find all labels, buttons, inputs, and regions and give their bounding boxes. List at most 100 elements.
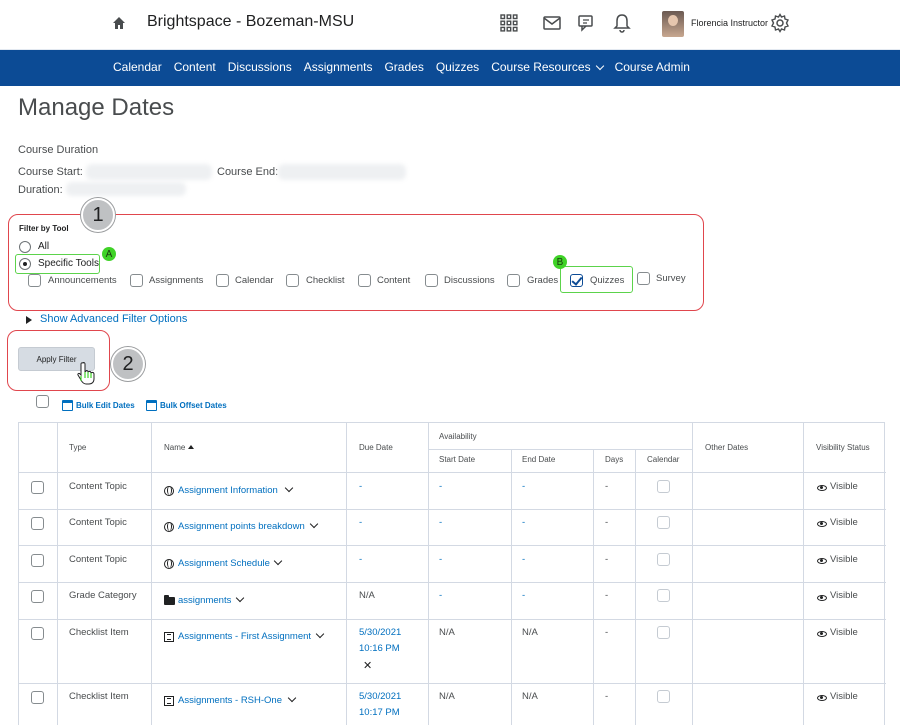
row-checkbox[interactable] bbox=[31, 627, 44, 640]
row-calendar-checkbox[interactable] bbox=[657, 690, 670, 703]
row-due-date[interactable]: - bbox=[359, 554, 362, 565]
chevron-down-icon[interactable] bbox=[315, 629, 325, 639]
row-end-date[interactable]: - bbox=[522, 517, 525, 528]
row-name-link[interactable]: Assignments - First Assignment bbox=[178, 631, 311, 642]
row-name-link[interactable]: Assignments - RSH-One bbox=[178, 695, 282, 706]
nav-grades[interactable]: Grades bbox=[384, 60, 423, 74]
row-visibility[interactable]: Visible bbox=[830, 627, 858, 638]
row-type: Grade Category bbox=[69, 590, 137, 601]
row-start-date[interactable]: - bbox=[439, 554, 442, 565]
tool-checkbox-grades[interactable] bbox=[507, 274, 520, 287]
row-visibility[interactable]: Visible bbox=[830, 691, 858, 702]
filter-highlight-box bbox=[8, 214, 704, 311]
course-navbar: Calendar Content Discussions Assignments… bbox=[0, 50, 900, 86]
callout-a: A bbox=[102, 247, 116, 261]
show-advanced-filter-link[interactable]: Show Advanced Filter Options bbox=[40, 313, 187, 325]
row-checkbox[interactable] bbox=[31, 554, 44, 567]
row-name-link[interactable]: Assignment Schedule bbox=[178, 558, 270, 569]
nav-discussions[interactable]: Discussions bbox=[228, 60, 292, 74]
folder-icon bbox=[164, 595, 175, 605]
bulk-edit-dates-button[interactable]: Bulk Edit Dates bbox=[62, 400, 135, 411]
globe-icon bbox=[164, 486, 174, 496]
row-due-date[interactable]: 5/30/2021 bbox=[359, 691, 401, 702]
row-start-date[interactable]: - bbox=[439, 517, 442, 528]
row-due-time[interactable]: 10:17 PM bbox=[359, 707, 400, 718]
tool-checkbox-discussions[interactable] bbox=[425, 274, 438, 287]
redacted-end-value bbox=[278, 164, 406, 180]
bell-icon[interactable] bbox=[612, 13, 632, 33]
tool-checkbox-checklist[interactable] bbox=[286, 274, 299, 287]
avatar[interactable] bbox=[662, 11, 684, 37]
row-checkbox[interactable] bbox=[31, 691, 44, 704]
row-name-link[interactable]: Assignment points breakdown bbox=[178, 521, 305, 532]
row-calendar-checkbox[interactable] bbox=[657, 589, 670, 602]
chevron-down-icon[interactable] bbox=[284, 483, 294, 493]
row-days: - bbox=[605, 554, 609, 565]
row-checkbox[interactable] bbox=[31, 517, 44, 530]
tool-checkbox-calendar[interactable] bbox=[216, 274, 229, 287]
list-icon bbox=[164, 696, 174, 706]
row-calendar-checkbox[interactable] bbox=[657, 626, 670, 639]
nav-content[interactable]: Content bbox=[174, 60, 216, 74]
header-start-date: Start Date bbox=[439, 455, 476, 464]
tool-checkbox-quizzes[interactable] bbox=[570, 274, 583, 287]
filter-by-tool-label: Filter by Tool bbox=[19, 224, 69, 233]
home-icon[interactable] bbox=[112, 16, 126, 30]
header-visibility: Visibility Status bbox=[816, 443, 870, 452]
chevron-down-icon[interactable] bbox=[235, 593, 245, 603]
tool-checkbox-survey[interactable] bbox=[637, 272, 650, 285]
row-due-date[interactable]: 5/30/2021 bbox=[359, 627, 401, 638]
row-calendar-checkbox[interactable] bbox=[657, 516, 670, 529]
nav-quizzes[interactable]: Quizzes bbox=[436, 60, 479, 74]
chevron-down-icon[interactable] bbox=[309, 519, 319, 529]
tool-checkbox-assignments[interactable] bbox=[130, 274, 143, 287]
row-checkbox[interactable] bbox=[31, 590, 44, 603]
row-visibility[interactable]: Visible bbox=[830, 590, 858, 601]
nav-assignments[interactable]: Assignments bbox=[304, 60, 373, 74]
row-name-link[interactable]: Assignment Information bbox=[178, 485, 278, 496]
row-end-date[interactable]: - bbox=[522, 554, 525, 565]
row-visibility[interactable]: Visible bbox=[830, 554, 858, 565]
row-start-date[interactable]: - bbox=[439, 590, 442, 601]
apps-grid-icon[interactable] bbox=[499, 13, 519, 33]
calendar-offset-icon bbox=[146, 400, 157, 411]
row-due-date[interactable]: - bbox=[359, 517, 362, 528]
nav-course-resources[interactable]: Course Resources bbox=[491, 60, 604, 74]
header-name[interactable]: Name bbox=[164, 443, 194, 452]
radio-all[interactable] bbox=[19, 241, 31, 253]
chat-icon[interactable] bbox=[577, 13, 597, 33]
nav-course-admin[interactable]: Course Admin bbox=[615, 60, 690, 74]
radio-specific-tools[interactable] bbox=[19, 258, 31, 270]
row-checkbox[interactable] bbox=[31, 481, 44, 494]
nav-calendar[interactable]: Calendar bbox=[113, 60, 162, 74]
row-end-date[interactable]: - bbox=[522, 481, 525, 492]
row-name-link[interactable]: assignments bbox=[178, 595, 231, 606]
row-calendar-checkbox[interactable] bbox=[657, 480, 670, 493]
tool-label-assignments: Assignments bbox=[149, 275, 204, 286]
expand-arrow-icon[interactable] bbox=[26, 316, 32, 324]
chevron-down-icon[interactable] bbox=[287, 693, 297, 703]
radio-all-label: All bbox=[38, 241, 50, 252]
col-divider bbox=[151, 423, 152, 725]
select-all-checkbox[interactable] bbox=[36, 395, 49, 408]
tool-checkbox-announcements[interactable] bbox=[28, 274, 41, 287]
gear-icon[interactable] bbox=[770, 13, 790, 33]
sort-ascending-icon bbox=[187, 445, 194, 449]
user-name[interactable]: Florencia Instructor bbox=[691, 18, 768, 28]
clear-date-icon[interactable]: ✕ bbox=[363, 659, 372, 672]
row-visibility[interactable]: Visible bbox=[830, 517, 858, 528]
row-start-date[interactable]: - bbox=[439, 481, 442, 492]
row-visibility[interactable]: Visible bbox=[830, 481, 858, 492]
row-calendar-checkbox[interactable] bbox=[657, 553, 670, 566]
org-name[interactable]: Brightspace - Bozeman-MSU bbox=[147, 13, 354, 31]
radio-specific-tools-label: Specific Tools bbox=[38, 258, 99, 269]
row-due-time[interactable]: 10:16 PM bbox=[359, 643, 400, 654]
globe-icon bbox=[164, 559, 174, 569]
bulk-offset-dates-button[interactable]: Bulk Offset Dates bbox=[146, 400, 227, 411]
page-title: Manage Dates bbox=[18, 94, 175, 121]
tool-checkbox-content[interactable] bbox=[358, 274, 371, 287]
row-end-date[interactable]: - bbox=[522, 590, 525, 601]
chevron-down-icon[interactable] bbox=[273, 556, 283, 566]
mail-icon[interactable] bbox=[542, 13, 562, 33]
row-due-date[interactable]: - bbox=[359, 481, 362, 492]
